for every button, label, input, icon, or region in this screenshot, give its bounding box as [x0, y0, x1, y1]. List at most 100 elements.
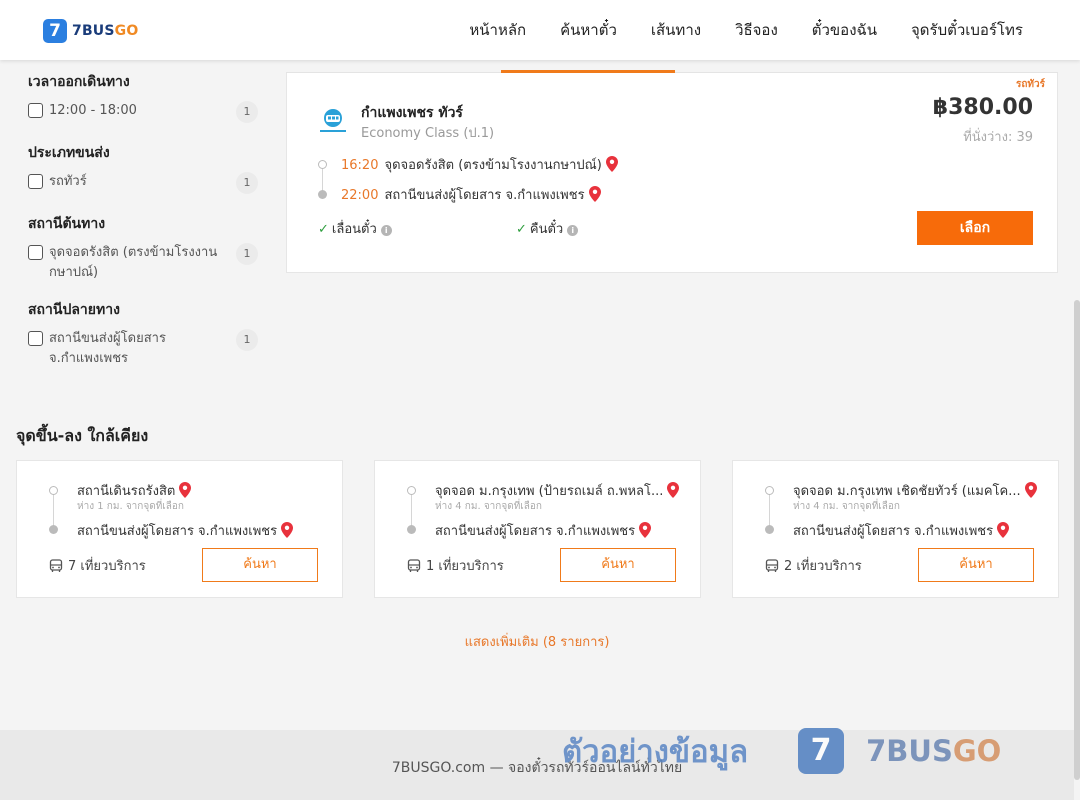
nearby-search-button[interactable]: ค้นหา: [918, 548, 1034, 582]
filter-option[interactable]: จุดจอดรังสิต (ตรงข้ามโรงงานกษาปณ์) 1: [28, 243, 258, 283]
nearby-card: จุดจอด ม.กรุงเทพ (ป้ายรถเมล์ ถ.พหลโ... ห…: [374, 460, 701, 598]
filter-option[interactable]: รถทัวร์ 1: [28, 172, 258, 194]
nav-my-tickets[interactable]: ตั๋วของฉัน: [812, 18, 877, 42]
nearby-destination-name: สถานีขนส่งผู้โดยสาร จ.กำแพงเพชร: [793, 524, 994, 539]
map-pin-icon[interactable]: [281, 522, 294, 538]
nav-routes[interactable]: เส้นทาง: [651, 18, 701, 42]
page-scrollbar[interactable]: [1074, 0, 1080, 800]
bus-icon: [407, 558, 421, 572]
filter-title: ประเภทขนส่ง: [28, 145, 110, 161]
info-icon[interactable]: i: [380, 225, 392, 236]
destination-dot: [765, 525, 774, 534]
site-logo[interactable]: 7 7BUSGO: [43, 19, 138, 43]
arrival-time: 22:00: [341, 188, 379, 203]
nearby-stops-title: จุดขึ้น-ลง ใกล้เคียง: [16, 426, 149, 445]
filter-checkbox[interactable]: [28, 245, 43, 260]
bus-icon: [49, 558, 63, 572]
filter-title: เวลาออกเดินทาง: [28, 74, 130, 90]
nearby-destination: สถานีขนส่งผู้โดยสาร จ.กำแพงเพชร: [435, 520, 652, 541]
logo-text-accent: GO: [114, 23, 139, 39]
info-icon[interactable]: i: [567, 225, 579, 236]
main-nav: หน้าหลัก ค้นหาตั๋ว เส้นทาง วิธีจอง ตั๋วข…: [435, 0, 1023, 60]
departure-time: 16:20: [341, 158, 379, 173]
filter-option-label: 12:00 - 18:00: [49, 103, 137, 118]
trip-count-label: 7 เที่ยวบริการ: [68, 559, 146, 574]
filter-checkbox[interactable]: [28, 174, 43, 189]
map-pin-icon[interactable]: [605, 156, 618, 172]
filter-title: สถานีต้นทาง: [28, 216, 106, 232]
top-header: 7 7BUSGO หน้าหลัก ค้นหาตั๋ว เส้นทาง วิธี…: [0, 0, 1080, 60]
show-more-link[interactable]: แสดงเพิ่มเติม (8 รายการ): [0, 631, 1074, 652]
nearby-origin: จุดจอด ม.กรุงเทพ (ป้ายรถเมล์ ถ.พหลโ...: [435, 480, 680, 501]
departure-dot: [318, 160, 327, 169]
reschedule-option: ✓ เลื่อนตั๋ว i: [318, 218, 392, 239]
nearby-search-button[interactable]: ค้นหา: [202, 548, 318, 582]
nearby-origin: สถานีเดินรถรังสิต: [77, 480, 192, 501]
nav-home[interactable]: หน้าหลัก: [469, 18, 526, 42]
filter-option-label: สถานีขนส่งผู้โดยสาร จ.กำแพงเพชร: [49, 331, 166, 366]
map-pin-icon[interactable]: [639, 522, 652, 538]
logo-mark: 7: [43, 19, 67, 43]
nearby-distance: ห่าง 4 กม. จากจุดที่เลือก: [435, 501, 542, 512]
watermark-brand-accent: GO: [952, 734, 1002, 768]
nearby-card: สถานีเดินรถรังสิต ห่าง 1 กม. จากจุดที่เล…: [16, 460, 343, 598]
map-pin-icon[interactable]: [1024, 482, 1037, 498]
filter-checkbox[interactable]: [28, 331, 43, 346]
scrollbar-thumb[interactable]: [1074, 300, 1080, 780]
departure-stop: 16:20 จุดจอดรังสิต (ตรงข้ามโรงงานกษาปณ์): [341, 154, 618, 175]
arrival-stop: 22:00 สถานีขนส่งผู้โดยสาร จ.กำแพงเพชร: [341, 184, 601, 205]
nearby-origin-name: จุดจอด ม.กรุงเทพ เชิดชัยทัวร์ (แมคโค...: [793, 484, 1021, 499]
trip-count-label: 2 เที่ยวบริการ: [784, 559, 862, 574]
destination-dot: [407, 525, 416, 534]
nearby-origin-name: สถานีเดินรถรังสิต: [77, 484, 176, 499]
sample-watermark: ตัวอย่างข้อมูล 7 7BUSGO: [562, 725, 1001, 777]
map-pin-icon[interactable]: [997, 522, 1010, 538]
map-pin-icon[interactable]: [588, 186, 601, 202]
nav-how-to-book[interactable]: วิธีจอง: [735, 18, 778, 42]
filter-group-origin-station: สถานีต้นทาง จุดจอดรังสิต (ตรงข้ามโรงงานก…: [28, 213, 258, 283]
operator-logo-icon: [320, 109, 346, 132]
map-pin-icon[interactable]: [667, 482, 680, 498]
filter-count-badge: 1: [236, 172, 258, 194]
filter-group-destination-station: สถานีปลายทาง สถานีขนส่งผู้โดยสาร จ.กำแพง…: [28, 299, 258, 369]
check-icon: ✓: [516, 222, 527, 237]
nearby-trip-count: 2 เที่ยวบริการ: [765, 555, 862, 576]
origin-dot: [49, 486, 58, 495]
reschedule-label: เลื่อนตั๋ว: [331, 222, 377, 237]
filter-option-label: จุดจอดรังสิต (ตรงข้ามโรงงานกษาปณ์): [49, 245, 218, 280]
nearby-distance: ห่าง 4 กม. จากจุดที่เลือก: [793, 501, 900, 512]
nearby-origin: จุดจอด ม.กรุงเทพ เชิดชัยทัวร์ (แมคโค...: [793, 480, 1037, 501]
sort-tab-strip: [286, 60, 1058, 73]
watermark-logo-mark: 7: [798, 728, 845, 774]
ticket-price: ฿380.00: [932, 95, 1033, 120]
bus-class: Economy Class (ป.1): [361, 126, 495, 141]
logo-text-main: 7BUS: [72, 23, 115, 39]
bus-icon: [765, 558, 779, 572]
filter-title: สถานีปลายทาง: [28, 302, 120, 318]
filter-count-badge: 1: [236, 101, 258, 123]
transport-type-tag: รถทัวร์: [1015, 79, 1045, 90]
filter-checkbox[interactable]: [28, 103, 43, 118]
nearby-search-button[interactable]: ค้นหา: [560, 548, 676, 582]
watermark-text: ตัวอย่างข้อมูล: [562, 734, 749, 770]
nearby-trip-count: 7 เที่ยวบริการ: [49, 555, 146, 576]
route-line: [322, 167, 323, 191]
filter-group-transport-type: ประเภทขนส่ง รถทัวร์ 1: [28, 142, 258, 194]
logo-text: 7BUSGO: [72, 23, 138, 39]
refund-label: คืนตั๋ว: [529, 222, 564, 237]
nearby-destination: สถานีขนส่งผู้โดยสาร จ.กำแพงเพชร: [793, 520, 1010, 541]
watermark-brand-main: 7BUS: [866, 734, 953, 768]
map-pin-icon[interactable]: [179, 482, 192, 498]
filter-option[interactable]: สถานีขนส่งผู้โดยสาร จ.กำแพงเพชร 1: [28, 329, 258, 369]
departure-stop-name: จุดจอดรังสิต (ตรงข้ามโรงงานกษาปณ์): [384, 158, 602, 173]
check-icon: ✓: [318, 222, 329, 237]
nav-pickup-points[interactable]: จุดรับตั๋วเบอร์โทร: [911, 18, 1023, 42]
destination-dot: [49, 525, 58, 534]
origin-dot: [765, 486, 774, 495]
filter-option[interactable]: 12:00 - 18:00 1: [28, 101, 258, 123]
select-trip-button[interactable]: เลือก: [917, 211, 1033, 245]
arrival-stop-name: สถานีขนส่งผู้โดยสาร จ.กำแพงเพชร: [384, 188, 585, 203]
filter-group-departure-time: เวลาออกเดินทาง 12:00 - 18:00 1: [28, 71, 258, 123]
filter-count-badge: 1: [236, 329, 258, 351]
nav-search-tickets[interactable]: ค้นหาตั๋ว: [560, 18, 617, 42]
